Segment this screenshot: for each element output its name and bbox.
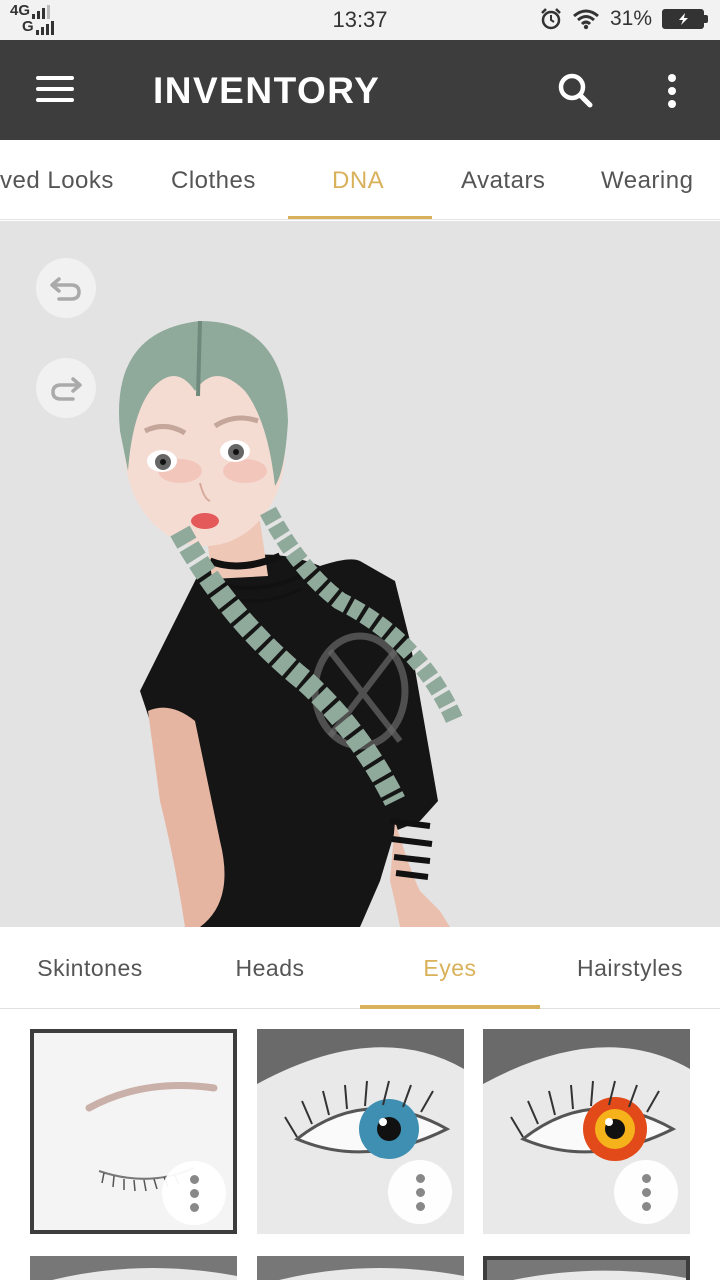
status-bar: 4G G 13:37 31% (0, 0, 720, 40)
eye-option-partial[interactable] (483, 1256, 690, 1280)
tab-wearing[interactable]: Wearing (601, 140, 693, 219)
tab-dna[interactable]: DNA (332, 140, 384, 219)
alarm-icon (541, 8, 561, 30)
tab-hairstyles[interactable]: Hairstyles (540, 927, 720, 1009)
redo-button[interactable] (36, 358, 96, 418)
inventory-tabs: ved Looks Clothes DNA Avatars Wearing (0, 140, 720, 220)
tab-heads[interactable]: Heads (180, 927, 360, 1009)
wifi-icon (573, 9, 599, 30)
undo-button[interactable] (36, 258, 96, 318)
page-title: INVENTORY (153, 70, 381, 111)
search-icon[interactable] (555, 70, 597, 112)
battery-percent: 31% (609, 7, 652, 30)
app-bar: INVENTORY (0, 40, 720, 140)
eye-options-grid (0, 1010, 720, 1280)
eye-option-blue[interactable] (257, 1029, 464, 1234)
undo-icon (50, 277, 81, 301)
active-subtab-indicator (360, 1005, 540, 1009)
avatar-preview[interactable] (0, 221, 720, 927)
option-more-icon[interactable] (614, 1160, 678, 1224)
option-more-icon[interactable] (162, 1161, 226, 1225)
dna-category-tabs: Skintones Heads Eyes Hairstyles (0, 927, 720, 1009)
tab-skintones[interactable]: Skintones (0, 927, 180, 1009)
eye-option-partial[interactable] (30, 1256, 237, 1280)
battery-icon (662, 9, 708, 29)
eye-option-red[interactable] (483, 1029, 690, 1234)
redo-icon (51, 377, 82, 401)
tab-saved-looks[interactable]: ved Looks (0, 140, 114, 219)
tab-eyes[interactable]: Eyes (360, 927, 540, 1009)
active-tab-indicator (288, 216, 432, 219)
more-vertical-icon[interactable] (660, 70, 684, 112)
eye-option-closed[interactable] (30, 1029, 237, 1234)
option-more-icon[interactable] (388, 1160, 452, 1224)
tab-avatars[interactable]: Avatars (461, 140, 545, 219)
avatar-figure (119, 320, 464, 927)
menu-icon[interactable] (36, 76, 76, 104)
eye-option-partial[interactable] (257, 1256, 464, 1280)
tab-clothes[interactable]: Clothes (171, 140, 256, 219)
status-icons: 31% (540, 7, 708, 31)
inventory-screen: 4G G 13:37 31% INVENTORY ved Looks Cloth… (0, 0, 720, 1280)
